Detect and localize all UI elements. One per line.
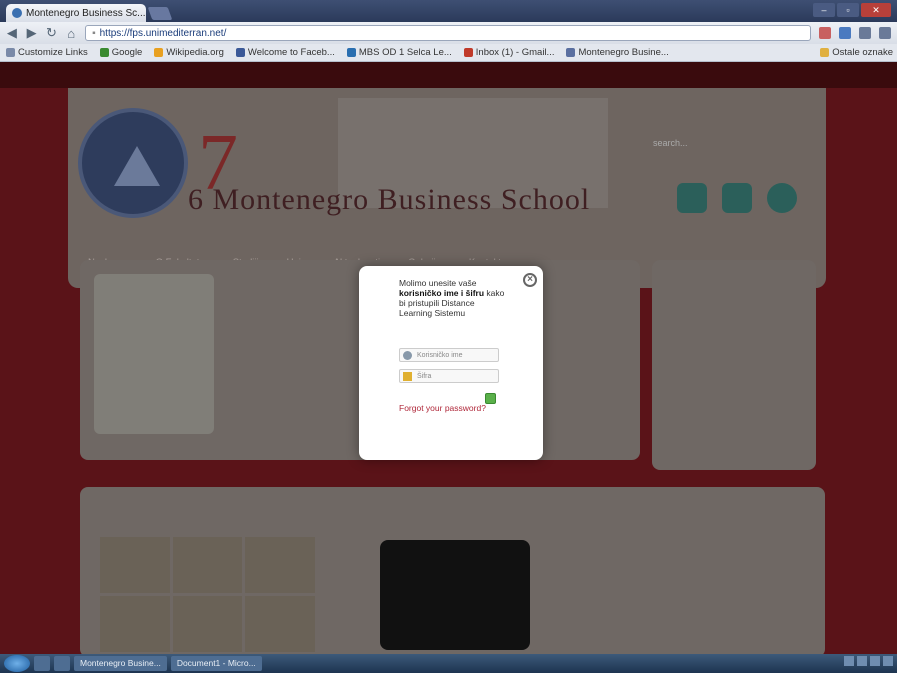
bookmark-icon [154, 48, 164, 57]
lower-section [80, 487, 825, 654]
social-icon-1[interactable] [677, 183, 707, 213]
close-icon[interactable]: × [523, 273, 537, 287]
browser-toolbar: ◀ ▶ ↻ ⌂ ▪ https://fps.unimediterran.net/ [0, 22, 897, 44]
bookmark-icon [566, 48, 576, 57]
forward-arrow-icon[interactable]: ▶ [26, 25, 38, 41]
taskbar-item[interactable]: Document1 - Micro... [170, 656, 262, 671]
folder-icon [820, 48, 830, 57]
bookmark-item[interactable]: Customize Links [6, 47, 88, 58]
bookmark-item[interactable]: Google [99, 47, 142, 58]
address-bar[interactable]: ▪ https://fps.unimediterran.net/ [85, 25, 811, 41]
back-arrow-icon[interactable]: ◀ [6, 25, 18, 41]
bookmark-item[interactable]: MBS OD 1 Selca Le... [346, 47, 452, 58]
bookmark-icon [235, 48, 245, 57]
video-thumbnail[interactable] [380, 540, 530, 650]
minimize-button[interactable]: – [813, 3, 835, 17]
new-tab-button[interactable] [147, 7, 173, 20]
gallery-photo[interactable] [245, 596, 315, 652]
site-title: 6 Montenegro Business School [188, 183, 591, 216]
forgot-password-link[interactable]: Forgot your password? [399, 403, 486, 413]
tab-title: Montenegro Business Sc... [26, 7, 146, 19]
bookmark-item[interactable]: Welcome to Faceb... [235, 47, 335, 58]
bookmark-icon [99, 48, 109, 57]
page-menu-icon[interactable] [858, 27, 871, 39]
home-icon[interactable]: ⌂ [65, 26, 77, 41]
wrench-icon[interactable] [878, 27, 891, 39]
taskbar-item[interactable]: Montenegro Busine... [74, 656, 167, 671]
social-icon-2[interactable] [722, 183, 752, 213]
bookmark-item[interactable]: Wikipedia.org [154, 47, 224, 58]
gallery-photo[interactable] [245, 537, 315, 593]
maximize-button[interactable]: ▫ [837, 3, 859, 17]
logo-triangle-icon [114, 146, 160, 186]
gallery-photo[interactable] [100, 596, 170, 652]
os-taskbar: Montenegro Busine... Document1 - Micro..… [0, 654, 897, 673]
bookmark-item[interactable]: Inbox (1) - Gmail... [463, 47, 554, 58]
other-bookmarks[interactable]: Ostale oznake [820, 47, 893, 58]
social-icon-3[interactable] [767, 183, 797, 213]
login-modal: × Molimo unesite vaše korisničko ime i š… [359, 266, 543, 460]
sidebar-box [652, 260, 816, 470]
tray-icon[interactable] [883, 656, 893, 666]
school-logo [78, 108, 188, 218]
gallery-photo[interactable] [172, 537, 243, 593]
extension-icon[interactable] [818, 27, 831, 39]
site-header: 7 6 Montenegro Business School search...… [68, 88, 826, 288]
extension-icon-2[interactable] [838, 27, 851, 39]
site-favicon-icon [12, 8, 22, 18]
username-field[interactable]: Korisničko ime [399, 348, 499, 362]
browser-titlebar: Montenegro Business Sc... × – ▫ ✕ [0, 0, 897, 22]
gallery-photo[interactable] [100, 537, 170, 593]
start-button[interactable] [4, 655, 30, 672]
login-message: Molimo unesite vaše korisničko ime i šif… [399, 278, 505, 318]
user-icon [403, 350, 412, 360]
taskbar-folder-icon[interactable] [54, 656, 70, 671]
password-field[interactable]: Šifra [399, 369, 499, 383]
bookmark-icon [346, 48, 356, 57]
window-controls: – ▫ ✕ [813, 3, 891, 17]
taskbar-ie-icon[interactable] [34, 656, 50, 671]
bookmark-item[interactable]: Montenegro Busine... [566, 47, 669, 58]
tray-icon[interactable] [844, 656, 854, 666]
key-icon [403, 371, 412, 381]
tray-icon[interactable] [870, 656, 880, 666]
gallery-photo[interactable] [172, 596, 243, 652]
tray-icon[interactable] [857, 656, 867, 666]
bookmark-icon [463, 48, 473, 57]
reload-icon[interactable]: ↻ [46, 25, 58, 41]
bookmark-icon [6, 48, 15, 57]
lock-icon: ▪ [92, 27, 96, 39]
slide-image [94, 274, 214, 434]
search-input[interactable]: search... [653, 138, 813, 152]
top-strip [0, 62, 897, 88]
browser-tab[interactable]: Montenegro Business Sc... × [6, 4, 146, 22]
login-button[interactable] [485, 393, 496, 404]
photo-gallery [100, 537, 315, 652]
address-url: https://fps.unimediterran.net/ [99, 27, 227, 39]
bookmarks-bar: Customize Links Google Wikipedia.org Wel… [0, 44, 897, 62]
close-window-button[interactable]: ✕ [861, 3, 891, 17]
system-tray [844, 656, 893, 666]
